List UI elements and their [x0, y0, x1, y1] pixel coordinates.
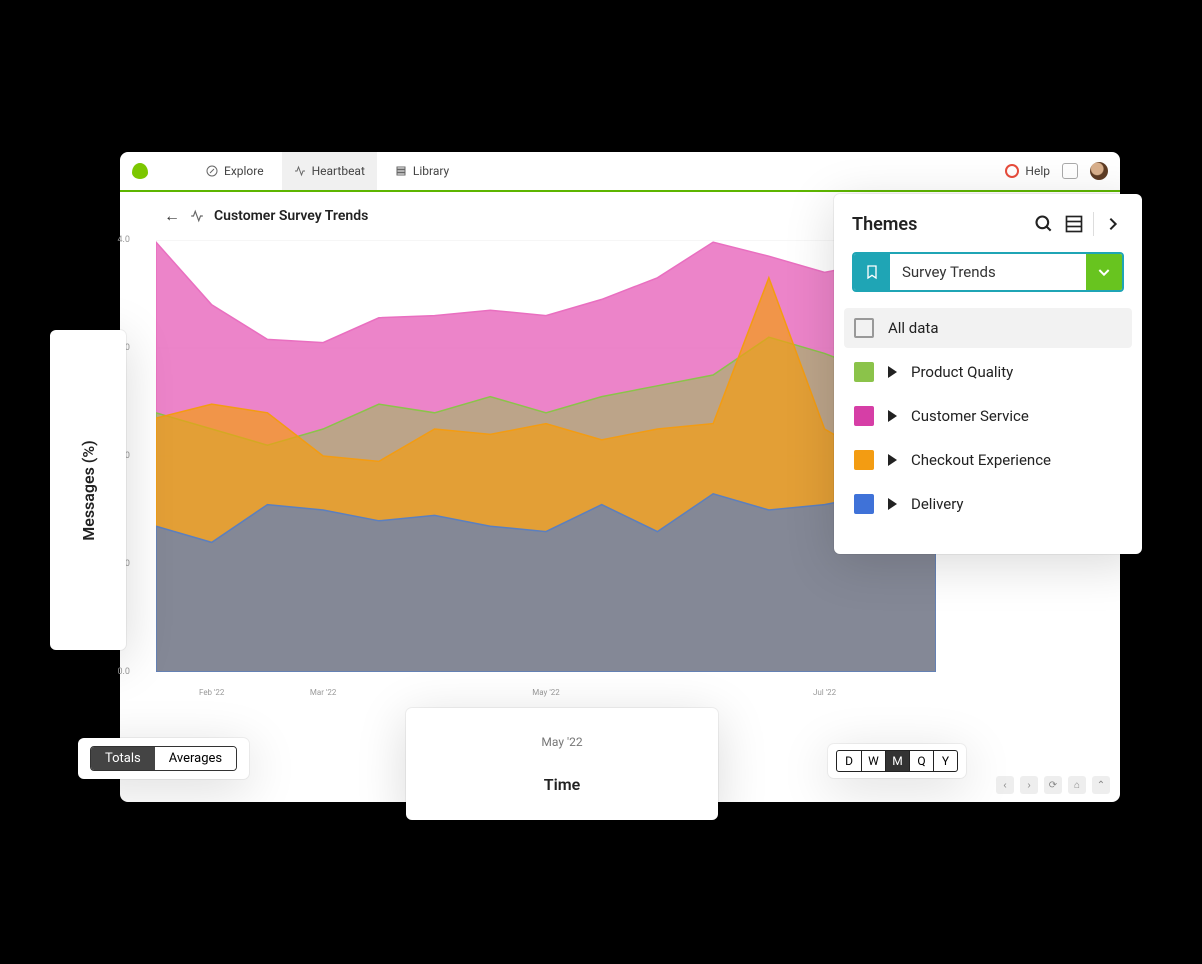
nav-heartbeat-label: Heartbeat	[312, 164, 365, 178]
help-label: Help	[1025, 164, 1050, 178]
theme-label: Product Quality	[911, 363, 1013, 381]
x-tick: Feb '22	[199, 688, 224, 697]
expand-caret-icon	[888, 454, 897, 466]
chevron-right-icon	[1105, 216, 1121, 232]
color-swatch	[854, 362, 874, 382]
theme-label: All data	[888, 319, 939, 337]
y-tick: 0.0	[118, 667, 131, 677]
nav-heartbeat[interactable]: Heartbeat	[282, 152, 377, 190]
themes-dropdown[interactable]: Survey Trends	[852, 252, 1124, 292]
theme-label: Delivery	[911, 495, 964, 513]
interval-panel: DWMQY	[828, 744, 966, 778]
list-view-button[interactable]	[1063, 213, 1085, 235]
time-label: Time	[544, 775, 581, 794]
nav-explore[interactable]: Explore	[194, 152, 276, 190]
y-tick: 4.0	[118, 235, 131, 245]
avatar[interactable]	[1090, 162, 1108, 180]
logo-icon	[132, 163, 148, 179]
themes-panel: Themes Survey Trends All data Product Qua…	[834, 194, 1142, 554]
expand-caret-icon	[888, 366, 897, 378]
checkbox-icon	[854, 318, 874, 338]
theme-item-3[interactable]: Delivery	[844, 484, 1132, 524]
footer-toolbar: ‹ › ⟳ ⌂ ⌃	[996, 776, 1110, 794]
nav-library[interactable]: Library	[383, 152, 461, 190]
area-chart	[156, 240, 936, 672]
expand-caret-icon	[888, 410, 897, 422]
prev-button[interactable]: ‹	[996, 776, 1014, 794]
averages-button[interactable]: Averages	[155, 747, 236, 770]
interval-Y[interactable]: Y	[933, 751, 957, 771]
bookmark-icon	[854, 254, 890, 290]
page-title: Customer Survey Trends	[214, 208, 368, 224]
topbar: Explore Heartbeat Library Help	[120, 152, 1120, 192]
color-swatch	[854, 450, 874, 470]
theme-item-2[interactable]: Checkout Experience	[844, 440, 1132, 480]
chevron-down-icon	[1086, 254, 1122, 290]
interval-W[interactable]: W	[861, 751, 885, 771]
interval-Q[interactable]: Q	[909, 751, 933, 771]
theme-all-data[interactable]: All data	[844, 308, 1132, 348]
help-icon	[1005, 164, 1019, 178]
comment-icon[interactable]	[1062, 163, 1078, 179]
interval-toggle: DWMQY	[836, 750, 958, 772]
search-button[interactable]	[1033, 213, 1055, 235]
totals-button[interactable]: Totals	[91, 747, 155, 770]
refresh-button[interactable]: ⟳	[1044, 776, 1062, 794]
pulse-icon	[294, 165, 306, 177]
expand-caret-icon	[888, 498, 897, 510]
collapse-button[interactable]: ⌃	[1092, 776, 1110, 794]
x-tick: May '22	[532, 688, 559, 697]
interval-M[interactable]: M	[885, 751, 909, 771]
compass-icon	[206, 165, 218, 177]
list-icon	[1064, 214, 1084, 234]
nav-explore-label: Explore	[224, 164, 264, 178]
search-icon	[1034, 214, 1054, 234]
theme-list: All data Product Quality Customer Service C…	[834, 308, 1142, 524]
nav-library-label: Library	[413, 164, 449, 178]
theme-label: Checkout Experience	[911, 451, 1051, 469]
theme-item-0[interactable]: Product Quality	[844, 352, 1132, 392]
home-button[interactable]: ⌂	[1068, 776, 1086, 794]
theme-label: Customer Service	[911, 407, 1029, 425]
back-arrow-icon[interactable]: ←	[164, 206, 180, 226]
stack-icon	[395, 165, 407, 177]
dropdown-label: Survey Trends	[890, 263, 1086, 281]
color-swatch	[854, 494, 874, 514]
help-link[interactable]: Help	[1005, 164, 1050, 178]
interval-D[interactable]: D	[837, 751, 861, 771]
theme-item-1[interactable]: Customer Service	[844, 396, 1132, 436]
time-tick: May '22	[541, 735, 582, 749]
x-tick: Mar '22	[310, 688, 336, 697]
y-axis-panel: Messages (%)	[50, 330, 126, 650]
y-axis-label: Messages (%)	[79, 440, 98, 541]
x-tick: Jul '22	[813, 688, 836, 697]
aggregate-toggle: Totals Averages	[90, 746, 237, 771]
themes-title: Themes	[852, 214, 1033, 235]
next-button[interactable]: ›	[1020, 776, 1038, 794]
time-panel: May '22 Time	[406, 708, 718, 820]
expand-button[interactable]	[1102, 213, 1124, 235]
color-swatch	[854, 406, 874, 426]
aggregate-toggle-panel: Totals Averages	[78, 738, 249, 779]
pulse-icon	[190, 209, 204, 223]
chart-area: 0.01.02.03.04.0 Feb '22Mar '22May '22Jul…	[156, 240, 936, 672]
